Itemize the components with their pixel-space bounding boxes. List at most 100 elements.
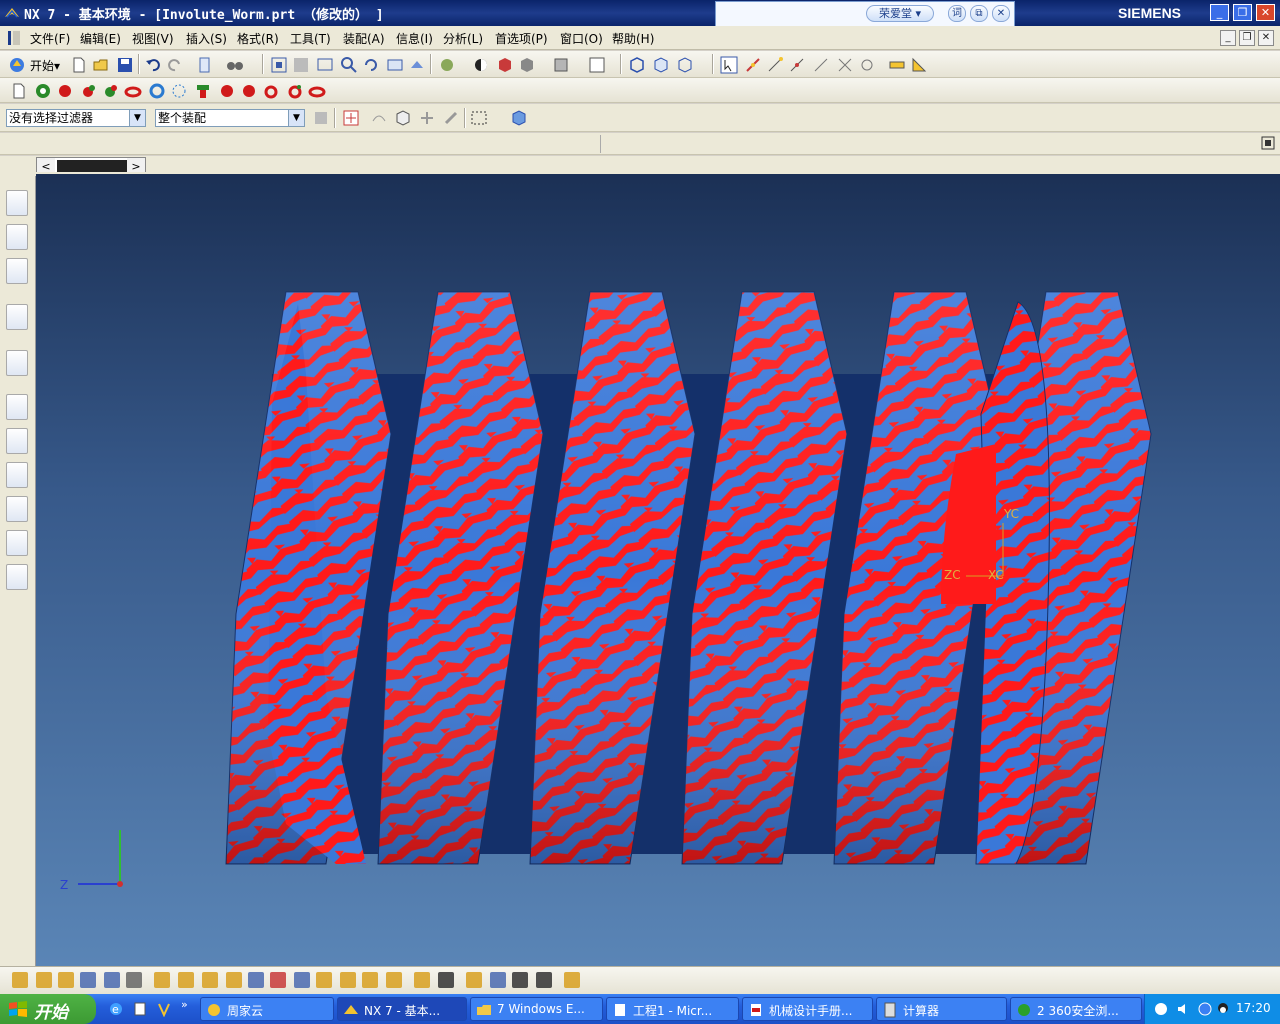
bottom-tool-icon[interactable] [564,972,580,988]
ie-icon[interactable]: e [108,1001,124,1017]
bottom-tool-icon[interactable] [536,972,552,988]
notepad-icon[interactable] [132,1001,148,1017]
body-rule-icon[interactable] [442,109,460,127]
save-icon[interactable] [116,56,134,74]
task-zhoujiayun[interactable]: 周家云 [200,997,334,1021]
bottom-tool-icon[interactable] [202,972,218,988]
arc-center-icon[interactable] [858,56,876,74]
mdi-close-button[interactable]: ✕ [1258,30,1274,46]
feature-rule-icon[interactable] [418,109,436,127]
perspective-icon[interactable] [386,56,404,74]
end-point-icon[interactable] [766,56,784,74]
bottom-tool-icon[interactable] [178,972,194,988]
roles-icon[interactable] [6,530,28,556]
task-mechanical-handbook[interactable]: 机械设计手册... [742,997,873,1021]
chamfer-icon[interactable] [240,82,258,100]
constraint-navigator-icon[interactable] [6,224,28,250]
close-button[interactable]: ✕ [1256,4,1275,21]
bottom-tool-icon[interactable] [362,972,378,988]
mdi-minimize-button[interactable]: _ [1220,30,1236,46]
quick-launch-icon[interactable] [156,1001,172,1017]
menu-format[interactable]: 格式(R) [237,30,279,47]
process-studio-icon[interactable] [6,496,28,522]
isometric-view-icon[interactable] [652,56,670,74]
general-selection-icon[interactable] [312,109,330,127]
bottom-tool-icon[interactable] [270,972,286,988]
system-scenes-icon[interactable] [6,564,28,590]
bottom-tool-icon[interactable] [414,972,430,988]
bottom-tool-icon[interactable] [386,972,402,988]
bottom-tool-icon[interactable] [154,972,170,988]
shaded-cube-icon[interactable] [518,56,536,74]
menu-analysis[interactable]: 分析(L) [443,30,483,47]
bottom-tool-icon[interactable] [316,972,332,988]
windows-start-button[interactable]: 开始 [0,994,96,1024]
revolve-icon[interactable] [102,82,120,100]
cylinder-icon[interactable] [34,82,52,100]
bottom-tool-icon[interactable] [294,972,310,988]
bottom-tool-icon[interactable] [438,972,454,988]
dictionary-close-button[interactable]: ✕ [992,5,1010,22]
worm-gear-model[interactable]: YC ZC XC Z [36,174,1280,966]
menu-edit[interactable]: 编辑(E) [80,30,121,47]
bottom-tool-icon[interactable] [126,972,142,988]
task-windows-explorer[interactable]: 7 Windows E... [470,997,603,1021]
task-microsoft-project[interactable]: 工程1 - Micr... [606,997,739,1021]
visual-palette-icon[interactable] [6,462,28,488]
type-filter-dropdown[interactable]: 没有选择过滤器 ▼ [6,109,146,127]
bottom-tool-icon[interactable] [58,972,74,988]
volume-icon[interactable] [1175,1001,1191,1017]
dictionary-lookup-button[interactable]: 荣爱堂 ▾ [866,5,934,22]
graphics-window[interactable]: YC ZC XC Z [36,172,1280,966]
menu-insert[interactable]: 插入(S) [186,30,227,47]
orient-view-icon[interactable] [676,56,694,74]
bottom-tool-icon[interactable] [466,972,482,988]
blend-icon[interactable] [218,82,236,100]
task-nx7[interactable]: NX 7 - 基本... [337,997,467,1021]
qq-icon[interactable] [1215,1001,1231,1017]
history-icon[interactable] [6,394,28,420]
torus-icon[interactable] [124,82,142,100]
dictionary-word-button[interactable]: 词 [948,5,966,22]
restore-view-icon[interactable] [408,56,426,74]
control-point-icon[interactable] [812,56,830,74]
dictionary-copy-button[interactable]: ⧉ [970,5,988,22]
background-icon[interactable] [588,56,606,74]
fullscreen-icon[interactable] [1260,135,1276,151]
pattern-icon[interactable] [170,82,188,100]
undo-icon[interactable] [144,56,162,74]
bottom-tool-icon[interactable] [340,972,356,988]
web-browser-icon[interactable] [6,350,28,376]
network-icon[interactable] [1153,1001,1169,1017]
tray-expand-icon[interactable] [1197,1001,1213,1017]
restore-button[interactable]: ❐ [1233,4,1252,21]
assembly-navigator-icon[interactable] [6,190,28,216]
bottom-tool-icon[interactable] [248,972,264,988]
task-calculator[interactable]: 计算器 [876,997,1007,1021]
subtract-icon[interactable] [286,82,304,100]
measure-angle-icon[interactable] [910,56,928,74]
task-360-browser[interactable]: 2 360安全浏... [1010,997,1142,1021]
rectangle-select-icon[interactable] [470,109,488,127]
studio-icon[interactable] [472,56,490,74]
cut-icon[interactable] [196,56,214,74]
redo-icon[interactable] [166,56,184,74]
open-folder-icon[interactable] [92,56,110,74]
intersect-icon[interactable] [308,82,326,100]
measure-distance-icon[interactable] [888,56,906,74]
menu-file[interactable]: 文件(F) [30,30,70,47]
rotate-icon[interactable] [362,56,380,74]
select-icon[interactable] [720,56,738,74]
trimetric-view-icon[interactable] [628,56,646,74]
extrude-icon[interactable] [80,82,98,100]
binoculars-icon[interactable] [226,56,244,74]
hole-icon[interactable] [148,82,166,100]
system-materials-icon[interactable] [6,428,28,454]
snap-point-icon[interactable] [744,56,762,74]
menu-tools[interactable]: 工具(T) [290,30,331,47]
face-rule-icon[interactable] [394,109,412,127]
menu-window[interactable]: 窗口(O) [560,30,603,47]
selection-intent-icon[interactable] [342,109,360,127]
reuse-library-icon[interactable] [6,304,28,330]
selection-scope-dropdown[interactable]: 整个装配 ▼ [155,109,305,127]
